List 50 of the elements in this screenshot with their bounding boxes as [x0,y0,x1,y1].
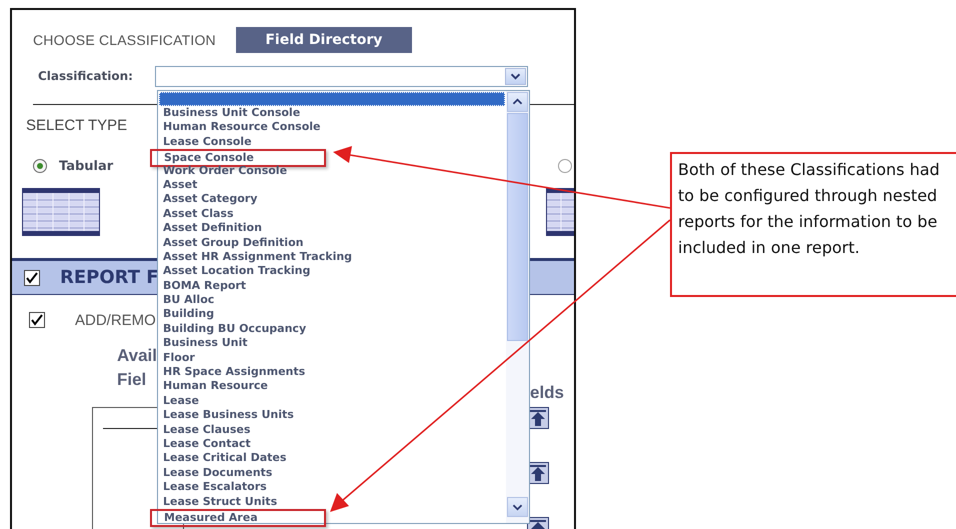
radio-button[interactable] [558,159,572,173]
dropdown-option[interactable]: Lease [158,394,199,408]
dropdown-option[interactable]: Asset [158,178,198,192]
dropdown-option[interactable]: Human Resource [158,379,268,394]
checkbox[interactable] [24,270,40,286]
dropdown-option[interactable]: BU Alloc [158,293,214,308]
callout-text: Both of these Classifications had to be configured through nested reports for the information to be included in one report. [678,159,941,259]
radio-label: Tabular [59,158,114,174]
dropdown-option[interactable]: Asset HR Assignment Tracking [158,250,352,264]
scrollbar[interactable] [506,91,529,523]
dropdown-option[interactable]: Asset Location Tracking [158,264,310,279]
scroll-up-button[interactable] [507,92,528,112]
dropdown-option[interactable]: Asset Definition [158,221,262,236]
dropdown-option[interactable]: Business Unit [158,336,248,351]
dropdown-option[interactable]: Lease Documents [158,466,272,480]
radio-button[interactable] [33,159,47,173]
dropdown-option[interactable]: Building BU Occupancy [158,322,306,336]
dropdown-option[interactable]: HR Space Assignments [158,365,306,380]
column-heading: Avail [117,345,158,367]
column-heading: Fiel [117,369,146,391]
checkbox[interactable] [29,312,45,328]
dropdown-option[interactable]: Human Resource Console [158,120,320,135]
chevron-down-icon [505,68,526,84]
dropdown-option[interactable]: Lease Business Units [158,408,294,423]
field-directory-button[interactable]: Field Directory [236,27,412,53]
dropdown-option[interactable]: Lease Clauses [158,422,250,437]
dropdown-option[interactable]: Business Unit Console [158,106,300,120]
dropdown-option[interactable]: Floor [158,350,195,366]
dropdown-option[interactable]: Asset Class [158,206,234,222]
column-heading: elds [530,383,564,403]
field-label: Classification: [38,69,134,83]
dropdown-option[interactable]: BOMA Report [158,278,246,294]
section-header-title: REPORT F [60,267,159,288]
scrollbar-thumb[interactable] [507,113,528,341]
dropdown-option[interactable]: Building [158,307,214,322]
dropdown-option[interactable]: Asset Group Definition [158,236,304,250]
section-title: SELECT TYPE [26,117,128,134]
classification-select[interactable] [155,66,528,86]
dropdown-option[interactable]: Lease Escalators [158,480,267,495]
scroll-down-button[interactable] [507,497,528,517]
dropdown-option[interactable]: Lease Console [158,134,252,150]
option-label: ADD/REMO [75,312,156,328]
dropdown-option[interactable]: Lease Struct Units [158,494,278,509]
dropdown-option[interactable] [159,92,505,106]
table-icon [22,188,100,236]
dropdown-option[interactable]: Lease Critical Dates [158,451,286,466]
section-title: CHOOSE CLASSIFICATION [33,32,216,48]
dropdown-option[interactable]: Lease Contact [158,436,251,452]
dropdown-option[interactable]: Asset Category [158,192,258,207]
dropdown-option[interactable]: Measured Area [150,508,326,527]
